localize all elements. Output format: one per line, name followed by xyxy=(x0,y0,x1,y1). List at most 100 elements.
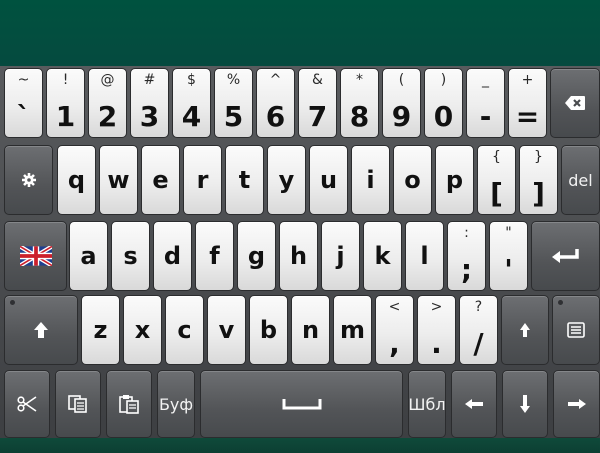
key-12-row1[interactable]: + = xyxy=(508,68,547,138)
key-o[interactable]: o xyxy=(393,145,432,215)
menu-key[interactable] xyxy=(552,295,600,365)
template-key-label: Шбл xyxy=(408,394,446,414)
key-q[interactable]: q xyxy=(57,145,96,215)
key-sym-0-upper-label: < xyxy=(388,299,401,315)
key-sym-2[interactable]: ? / xyxy=(459,295,498,365)
key-row1-11-lower-label: - xyxy=(479,100,492,133)
key-d[interactable]: d xyxy=(153,221,192,291)
key-y[interactable]: y xyxy=(267,145,306,215)
key-2-row1[interactable]: @2 xyxy=(88,68,127,138)
settings-key[interactable] xyxy=(4,145,53,215)
key-g[interactable]: g xyxy=(237,221,276,291)
enter-key[interactable] xyxy=(531,221,600,291)
scissors-icon xyxy=(5,371,49,437)
arrow-down-icon xyxy=(503,371,547,437)
backspace-icon xyxy=(551,69,599,137)
key-j[interactable]: j xyxy=(321,221,360,291)
key-t-label: t xyxy=(238,166,251,194)
key-p[interactable]: p xyxy=(435,145,474,215)
key-row1-1-lower-label: 1 xyxy=(55,100,76,133)
key-z[interactable]: z xyxy=(81,295,120,365)
key-5-row1[interactable]: % 5 xyxy=(214,68,253,138)
arrow-right-key[interactable] xyxy=(553,370,600,438)
key-l[interactable]: l xyxy=(405,221,444,291)
arrow-left-key[interactable] xyxy=(451,370,497,438)
key-s[interactable]: s xyxy=(111,221,150,291)
key-11-row1[interactable]: _ - xyxy=(466,68,505,138)
key-e[interactable]: e xyxy=(141,145,180,215)
key-sym-1-lower-label: . xyxy=(431,327,442,360)
delete-key[interactable]: del xyxy=(561,145,600,215)
key-d-label: d xyxy=(163,242,182,270)
space-key[interactable] xyxy=(200,370,403,438)
key-row1-9-lower-label: 9 xyxy=(391,100,412,133)
key-punct-0-lower-label: ; xyxy=(460,253,473,286)
key-punct-0[interactable]: :; xyxy=(447,221,486,291)
key-row1-7-upper-label: & xyxy=(312,72,323,88)
key-k[interactable]: k xyxy=(363,221,402,291)
key-z-label: z xyxy=(93,316,108,344)
key-x[interactable]: x xyxy=(123,295,162,365)
key-1-row1[interactable]: ! 1 xyxy=(46,68,85,138)
key-m[interactable]: m xyxy=(333,295,372,365)
key-punct-1[interactable]: " ' xyxy=(489,221,528,291)
key-6-row1[interactable]: ^ 6 xyxy=(256,68,295,138)
paste-icon xyxy=(107,371,151,437)
key-a[interactable]: a xyxy=(69,221,108,291)
cut-key[interactable] xyxy=(4,370,50,438)
key-8-row1[interactable]: * 8 xyxy=(340,68,379,138)
key-9-row1[interactable]: (9 xyxy=(382,68,421,138)
shift-right-key[interactable] xyxy=(501,295,549,365)
key-i[interactable]: i xyxy=(351,145,390,215)
app-background-bottom xyxy=(0,438,600,453)
key-row1-2-upper-label: @ xyxy=(100,72,115,88)
key-n[interactable]: n xyxy=(291,295,330,365)
key-10-row1[interactable]: ) 0 xyxy=(424,68,463,138)
copy-key[interactable] xyxy=(55,370,101,438)
key-sym-2-upper-label: ? xyxy=(474,299,483,315)
key-c-label: c xyxy=(177,316,192,344)
key-r[interactable]: r xyxy=(183,145,222,215)
key-i-label: i xyxy=(366,166,375,194)
key-row1-9-upper-label: ( xyxy=(398,72,405,88)
template-key[interactable]: Шбл xyxy=(408,370,446,438)
key-row1-6-lower-label: 6 xyxy=(265,100,286,133)
key-h[interactable]: h xyxy=(279,221,318,291)
key-w-label: w xyxy=(107,166,130,194)
key-l-label: l xyxy=(420,242,429,270)
key-sym-1[interactable]: >. xyxy=(417,295,456,365)
buffer-key[interactable]: Буф xyxy=(157,370,195,438)
key-u[interactable]: u xyxy=(309,145,348,215)
key-7-row1[interactable]: & 7 xyxy=(298,68,337,138)
key-k-label: k xyxy=(374,242,391,270)
key-0-row1[interactable]: ~ ` xyxy=(4,68,43,138)
key-x-label: x xyxy=(134,316,151,344)
key-j-label: j xyxy=(336,242,345,270)
key-f[interactable]: f xyxy=(195,221,234,291)
key-bracket-0-lower-label: [ xyxy=(490,177,503,210)
arrow-right-icon xyxy=(554,371,599,437)
key-sym-0[interactable]: <, xyxy=(375,295,414,365)
key-c[interactable]: c xyxy=(165,295,204,365)
key-v[interactable]: v xyxy=(207,295,246,365)
key-row1-10-upper-label: ) xyxy=(440,72,447,88)
key-u-label: u xyxy=(319,166,338,194)
language-key[interactable] xyxy=(4,221,67,291)
key-v-label: v xyxy=(218,316,235,344)
key-bracket-0[interactable]: {[ xyxy=(477,145,516,215)
key-4-row1[interactable]: $4 xyxy=(172,68,211,138)
key-t[interactable]: t xyxy=(225,145,264,215)
backspace-key[interactable] xyxy=(550,68,600,138)
key-punct-0-upper-label: : xyxy=(464,225,469,241)
key-w[interactable]: w xyxy=(99,145,138,215)
paste-key[interactable] xyxy=(106,370,152,438)
arrow-down-key[interactable] xyxy=(502,370,548,438)
key-sym-1-upper-label: > xyxy=(430,299,443,315)
key-3-row1[interactable]: #3 xyxy=(130,68,169,138)
key-bracket-1[interactable]: }] xyxy=(519,145,558,215)
key-row1-0-upper-label: ~ xyxy=(17,72,30,88)
key-s-label: s xyxy=(123,242,138,270)
key-bracket-1-lower-label: ] xyxy=(532,177,545,210)
key-b[interactable]: b xyxy=(249,295,288,365)
shift-left-key[interactable] xyxy=(4,295,78,365)
